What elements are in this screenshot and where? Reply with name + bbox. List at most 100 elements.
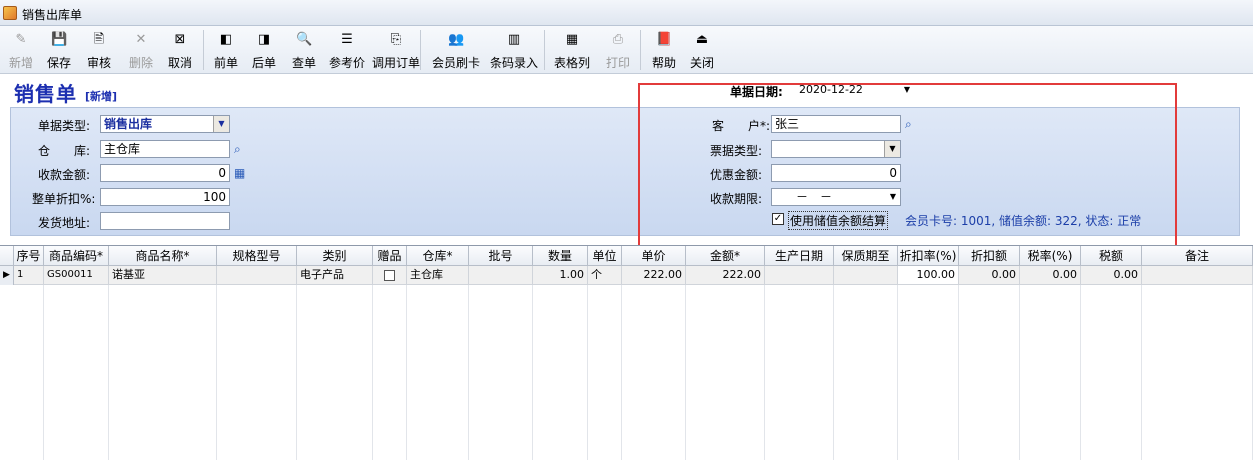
window-title: 销售出库单: [22, 8, 83, 22]
warehouse-field[interactable]: 主仓库: [100, 140, 230, 158]
toolbar-button[interactable]: 📕 帮助: [646, 28, 682, 72]
warehouse-label: 仓 库:: [38, 144, 91, 158]
toolbar-button[interactable]: ✕ 删除: [122, 28, 160, 72]
column-header[interactable]: 数量: [533, 246, 588, 266]
table-cell[interactable]: 1: [14, 266, 44, 285]
delete-icon: ✕: [135, 32, 147, 47]
table-cell[interactable]: 100.00: [898, 266, 959, 285]
column-header[interactable]: 单位: [588, 246, 622, 266]
toolbar-button-label: 调用订单: [371, 56, 420, 70]
help-icon: 📕: [656, 32, 673, 47]
table-cell[interactable]: [834, 266, 898, 285]
toolbar-button-label: 新增: [8, 56, 33, 70]
doc-type-label: 单据类型:: [38, 119, 91, 133]
table-cell[interactable]: 1.00: [533, 266, 588, 285]
column-header[interactable]: 商品名称*: [109, 246, 217, 266]
toolbar-button[interactable]: ▦ 表格列: [550, 28, 594, 72]
toolbar-button[interactable]: ◧ 前单: [208, 28, 244, 72]
toolbar-button-label: 关闭: [689, 56, 714, 70]
table-cell[interactable]: [373, 266, 407, 285]
toolbar-button[interactable]: ⎘ 调用订单: [370, 28, 422, 72]
column-header[interactable]: 折扣率(%): [898, 246, 959, 266]
grid-line: [1141, 285, 1142, 460]
table-cell[interactable]: 0.00: [959, 266, 1020, 285]
table-cell[interactable]: 诺基亚: [109, 266, 217, 285]
page-title: 销售单: [14, 82, 77, 106]
grid-line: [108, 285, 109, 460]
toolbar-button-label: 后单: [251, 56, 276, 70]
column-header[interactable]: 仓库*: [407, 246, 469, 266]
address-field[interactable]: [100, 212, 230, 230]
chevron-down-icon[interactable]: ▼: [213, 116, 229, 132]
table-cell[interactable]: 主仓库: [407, 266, 469, 285]
received-amount-field[interactable]: 0: [100, 164, 230, 182]
print-icon: ⎙: [612, 32, 624, 47]
grid-line: [587, 285, 588, 460]
address-label: 发货地址:: [38, 216, 91, 230]
toolbar-button[interactable]: 👥 会员刷卡: [428, 28, 484, 72]
column-header[interactable]: 商品编码*: [44, 246, 109, 266]
current-row-indicator: ▶: [0, 266, 14, 285]
table-cell[interactable]: 个: [588, 266, 622, 285]
grid-line: [372, 285, 373, 460]
table-cell[interactable]: GS00011: [44, 266, 109, 285]
grid-line: [1080, 285, 1081, 460]
column-header[interactable]: 单价: [622, 246, 686, 266]
toolbar-button[interactable]: ▥ 条码录入: [484, 28, 544, 72]
toolbar-button-label: 参考价: [328, 56, 365, 70]
toolbar-button[interactable]: ☰ 参考价: [324, 28, 370, 72]
audit-icon: 🖹: [93, 32, 105, 47]
table-cell[interactable]: [765, 266, 834, 285]
column-header[interactable]: 税额: [1081, 246, 1142, 266]
toolbar-button[interactable]: ⏏ 关闭: [684, 28, 720, 72]
toolbar-button-label: 帮助: [651, 56, 676, 70]
app-icon: [3, 6, 17, 20]
toolbar-separator: [544, 30, 545, 70]
column-header[interactable]: 备注: [1142, 246, 1253, 266]
grid-line: [897, 285, 898, 460]
grid-line: [958, 285, 959, 460]
column-header[interactable]: 序号: [14, 246, 44, 266]
table-cell[interactable]: 222.00: [686, 266, 765, 285]
doc-type-select[interactable]: 销售出库 ▼: [100, 115, 230, 133]
toolbar-button-label: 会员刷卡: [431, 56, 480, 70]
new-icon: ✎: [15, 32, 27, 47]
toolbar: ✎ 新增 💾 保存 🖹 审核 ✕ 删除 ⊠ 取消 ◧ 前单 ◨ 后单 🔍 查单 ☰ 参考价 ⎘ 调用订单 👥 会员刷卡 ▥ 条…: [0, 26, 1253, 74]
table-cell[interactable]: 0.00: [1081, 266, 1142, 285]
lookup-icon[interactable]: ⌕: [234, 141, 248, 157]
column-header[interactable]: 生产日期: [765, 246, 834, 266]
toolbar-button[interactable]: 💾 保存: [42, 28, 76, 72]
column-header[interactable]: 批号: [469, 246, 533, 266]
toolbar-button[interactable]: 🔍 查单: [286, 28, 322, 72]
discount-field[interactable]: 100: [100, 188, 230, 206]
table-cell[interactable]: [217, 266, 297, 285]
toolbar-button-label: 查单: [291, 56, 316, 70]
table-cell[interactable]: [1142, 266, 1253, 285]
doc-type-value: 销售出库: [104, 117, 153, 131]
column-header[interactable]: 税率(%): [1020, 246, 1081, 266]
toolbar-button[interactable]: ✎ 新增: [4, 28, 38, 72]
grid-line: [406, 285, 407, 460]
grid-line: [43, 285, 44, 460]
search-doc-icon: 🔍: [296, 32, 313, 47]
column-header[interactable]: 折扣额: [959, 246, 1020, 266]
grid-line: [532, 285, 533, 460]
column-header[interactable]: 类别: [297, 246, 373, 266]
table-cell[interactable]: [469, 266, 533, 285]
toolbar-button[interactable]: ⎙ 打印: [598, 28, 638, 72]
gift-checkbox[interactable]: [384, 269, 395, 281]
column-header[interactable]: 规格型号: [217, 246, 297, 266]
column-header[interactable]: 金额*: [686, 246, 765, 266]
toolbar-button[interactable]: ⊠ 取消: [160, 28, 200, 72]
column-header[interactable]: 保质期至: [834, 246, 898, 266]
toolbar-button[interactable]: 🖹 审核: [80, 28, 118, 72]
calculator-icon[interactable]: ▦: [234, 165, 248, 181]
toolbar-button-label: 条码录入: [489, 56, 538, 70]
column-header[interactable]: 赠品: [373, 246, 407, 266]
grid-line: [685, 285, 686, 460]
grid-line: [764, 285, 765, 460]
toolbar-button[interactable]: ◨ 后单: [246, 28, 282, 72]
table-cell[interactable]: 0.00: [1020, 266, 1081, 285]
table-cell[interactable]: 电子产品: [297, 266, 373, 285]
table-cell[interactable]: 222.00: [622, 266, 686, 285]
